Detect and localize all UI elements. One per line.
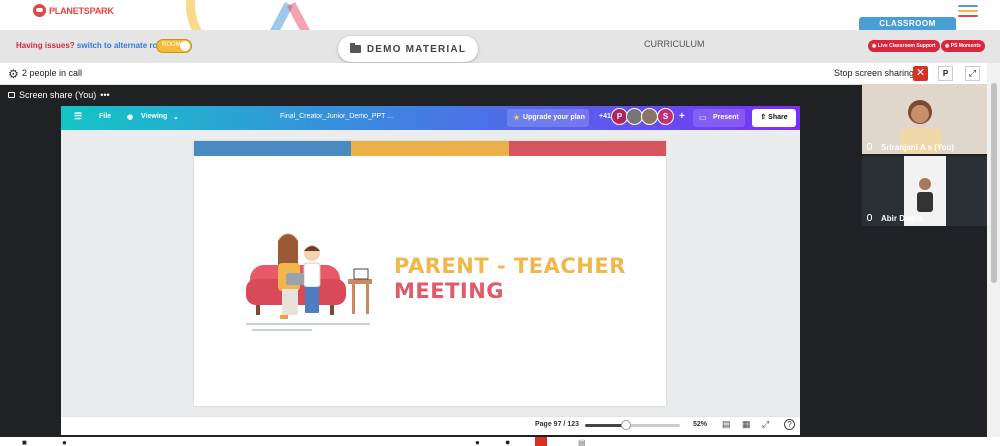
help-icon[interactable]: ? — [784, 419, 795, 430]
call-controls-bar: ■ ● ● ● ▤ — [0, 437, 1000, 446]
hand-icon[interactable]: ● — [505, 437, 510, 446]
fullscreen-icon[interactable]: ⤢ — [762, 419, 769, 430]
camera-icon[interactable]: ■ — [22, 438, 27, 446]
slide-stripe-yellow — [351, 141, 509, 156]
slide-stripe-red — [509, 141, 666, 156]
canva-menu-icon[interactable]: ☰ — [74, 111, 82, 122]
presentation-slide: PARENT - TEACHER MEETING — [194, 141, 666, 406]
people-count: 2 people in call — [22, 68, 83, 78]
zoom-slider[interactable] — [585, 424, 680, 427]
present-screen-icon[interactable] — [535, 437, 547, 446]
participant-name: Sriranjani A s (You) — [881, 143, 955, 152]
hamburger-menu-icon[interactable] — [958, 5, 978, 20]
star-icon: ★ — [513, 113, 521, 122]
stop-sharing-label: Stop screen sharing — [834, 68, 915, 78]
participant-name: Abir Dogra — [881, 214, 923, 223]
canva-footer — [61, 416, 800, 435]
folder-icon — [349, 43, 361, 53]
canva-toolbar: ☰ File ◉ Viewing ⌄ Final_Creator_Junior_… — [61, 106, 800, 130]
zoom-level[interactable]: 52% — [693, 421, 707, 428]
page-indicator: Page 97 / 123 — [535, 421, 579, 428]
microphone-icon — [867, 143, 872, 150]
microphone-control-icon[interactable]: ● — [62, 438, 67, 446]
meeting-header: ⚙ 2 people in call Stop screen sharing ✕… — [0, 63, 987, 85]
monitor-icon: ▭ — [699, 113, 707, 122]
file-menu[interactable]: File — [99, 113, 111, 120]
microphone-icon — [867, 214, 872, 221]
screen-share-icon — [8, 92, 15, 98]
parent-child-sofa-illustration — [246, 233, 372, 331]
more-options-icon[interactable]: ••• — [100, 90, 109, 100]
demo-material-label: DEMO MATERIAL — [366, 43, 467, 55]
slide-stripe-blue — [194, 141, 351, 156]
viewing-menu[interactable]: Viewing — [141, 113, 167, 120]
demo-material-button[interactable]: DEMO MATERIAL — [338, 36, 478, 62]
curriculum-tab[interactable]: CURRICULUM — [644, 39, 705, 49]
gear-icon[interactable]: ⚙ — [8, 67, 19, 81]
eye-icon: ◉ — [127, 114, 134, 121]
brand-name: PLANETSPARK — [49, 5, 114, 16]
live-classroom-support-button[interactable]: ◉ Live Classroom Support — [868, 40, 940, 52]
share-icon: ⇧ — [760, 114, 767, 121]
upgrade-label: Upgrade your plan — [523, 114, 585, 121]
ps-moments-button[interactable]: ◉ PS Moments — [941, 40, 985, 52]
add-collaborator-icon[interactable]: + — [679, 111, 685, 122]
grid-view-icon[interactable]: ▦ — [742, 419, 751, 430]
page-scrollbar[interactable] — [988, 63, 1000, 446]
collaborator-avatar[interactable]: S — [657, 108, 674, 125]
stop-sharing-close-icon[interactable]: ✕ — [913, 66, 928, 81]
classroom-tab[interactable]: CLASSROOM — [859, 17, 956, 30]
expand-icon[interactable]: ⤢ — [965, 66, 980, 81]
captions-icon[interactable]: ▤ — [578, 438, 586, 446]
present-label: Present — [713, 114, 739, 121]
collaborator-count[interactable]: +41 — [599, 113, 611, 120]
scrollbar-thumb[interactable] — [991, 83, 997, 283]
share-button[interactable]: ⇧ Share — [752, 109, 796, 127]
having-issues-text: Having issues? switch to alternate room — [16, 41, 170, 50]
screen-share-label: Screen share (You) ••• — [8, 90, 110, 100]
toggle-knob — [180, 41, 190, 51]
zoom-slider-handle[interactable] — [621, 420, 631, 430]
document-title[interactable]: Final_Creator_Junior_Demo_PPT ... — [280, 113, 393, 120]
present-button[interactable]: ▭ Present — [693, 109, 745, 127]
person-icon[interactable]: ● — [475, 438, 480, 446]
toggle-label: ROOM — [162, 42, 181, 48]
notes-icon[interactable]: ▤ — [722, 419, 731, 430]
slide-title-line2: MEETING — [394, 279, 505, 303]
alternate-room-toggle[interactable]: ROOM — [156, 39, 192, 53]
presenter-button[interactable]: P — [938, 66, 953, 81]
upgrade-plan-button[interactable]: ★ Upgrade your plan — [507, 109, 589, 127]
planetspark-logo-icon — [33, 4, 46, 17]
share-label: Share — [768, 114, 788, 121]
planetspark-logo[interactable]: PLANETSPARK — [33, 4, 114, 17]
slide-title-line1: PARENT - TEACHER — [394, 254, 626, 278]
top-header: PLANETSPARK CLASSROOM — [0, 0, 1000, 70]
collaborator-avatar-photo[interactable] — [641, 108, 658, 125]
chevron-down-icon[interactable]: ⌄ — [173, 113, 179, 121]
zoom-slider-fill — [585, 424, 625, 427]
